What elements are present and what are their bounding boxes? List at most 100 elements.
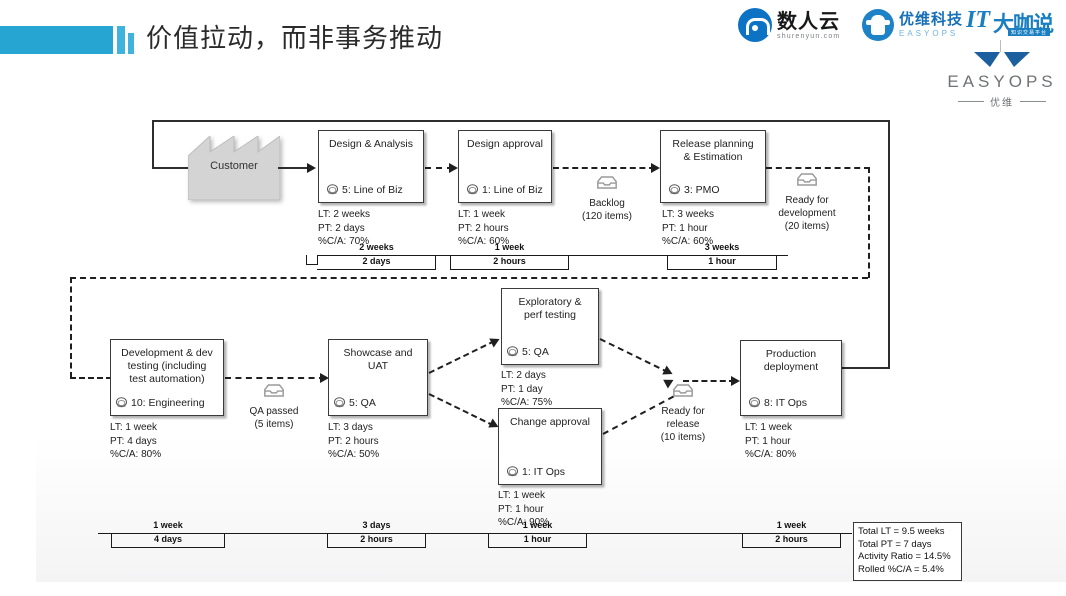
inventory-tray-icon: [597, 176, 617, 189]
pull-loop-right-vertical: [868, 167, 870, 278]
inventory-tray-icon: [264, 384, 284, 397]
process-development[interactable]: Development & dev testing (including tes…: [110, 339, 224, 416]
operator-spiral-icon: [506, 466, 519, 477]
inventory-qa-passed: QA passed (5 items): [219, 383, 329, 431]
process-role-label: 5: QA: [522, 345, 549, 358]
ladder-base-4: [667, 269, 777, 271]
process-role-label: 1: IT Ops: [522, 465, 565, 478]
arrow-design-to-approval: [449, 163, 458, 173]
process-role-label: 10: Engineering: [131, 396, 205, 409]
pull-loop-left-vertical: [70, 277, 72, 378]
process-title: Design & Analysis: [328, 138, 414, 150]
ladder-stub-right: [840, 533, 852, 535]
ladder-riser-8: [840, 533, 842, 548]
pull-loop-top-right: [766, 167, 870, 169]
process-title-line-1: Showcase and: [343, 347, 413, 359]
inventory-count: (120 items): [581, 211, 632, 222]
ladder-riser-2: [224, 533, 226, 548]
value-stream-map: Customer Design & Analysis 5: Line of Bi…: [0, 0, 1066, 596]
process-design-approval[interactable]: Design approval 1: Line of Biz: [458, 130, 552, 203]
ladder-gap-top-3: [586, 533, 743, 535]
inventory-ready-for-development: Ready for development (20 items): [752, 172, 862, 233]
arrow-customer-to-design: [307, 163, 316, 173]
ladder-base-2: [327, 547, 426, 549]
summary-total-lt: Total LT = 9.5 weeks: [858, 526, 945, 537]
inventory-count: (5 items): [254, 419, 294, 430]
inventory-name-line-1: Ready for: [661, 406, 705, 417]
metric-pt: PT: 2 days: [318, 222, 365, 234]
process-title-line-2: deployment: [763, 361, 819, 373]
frame-top-horizontal: [152, 120, 890, 122]
process-role: 5: QA: [333, 396, 376, 409]
rung-pt-label: 2 days: [362, 256, 391, 266]
operator-spiral-icon: [115, 397, 128, 408]
process-exploratory-testing[interactable]: Exploratory & perf testing 5: QA: [501, 288, 599, 365]
rung-pt-label: 2 hours: [775, 534, 808, 544]
process-title: Exploratory & perf testing: [502, 296, 598, 322]
process-role-label: 3: PMO: [684, 183, 720, 196]
process-release-planning[interactable]: Release planning & Estimation 3: PMO: [660, 130, 766, 203]
process-title-line-2: perf testing: [524, 309, 576, 321]
inventory-name-line-1: Ready for: [785, 195, 829, 206]
summary-box: Total LT = 9.5 weeks Total PT = 7 days A…: [853, 522, 962, 582]
frame-bottom-to-production: [842, 367, 890, 369]
ladder-base-3: [450, 269, 569, 271]
process-role: 1: IT Ops: [506, 465, 565, 478]
rung-lt-label: 1 week: [153, 520, 183, 530]
operator-spiral-icon: [668, 184, 681, 195]
process-title: Production deployment: [741, 348, 841, 374]
process-role-label: 5: QA: [349, 396, 376, 409]
arrow-release-queue-to-production: [731, 376, 740, 386]
rung-pt-label: 2 hours: [493, 256, 526, 266]
metric-lt: LT: 3 days: [328, 422, 373, 433]
ladder-gap-top-1: [435, 255, 451, 257]
metric-ca: %C/A: 80%: [110, 449, 162, 460]
operator-spiral-icon: [326, 184, 339, 195]
process-role: 3: PMO: [668, 183, 720, 196]
process-title: Change approval: [510, 416, 590, 428]
frame-right-vertical: [888, 120, 890, 368]
process-title: Design approval: [467, 138, 543, 150]
customer-node: Customer: [187, 134, 281, 201]
ladder-gap-top-2: [425, 533, 489, 535]
process-role-label: 8: IT Ops: [764, 396, 807, 409]
ladder-stub-left: [98, 533, 112, 535]
rung-pt-label: 1 hour: [523, 534, 552, 544]
metrics-development: LT: 1 week PT: 4 days %C/A: 80%: [110, 421, 161, 462]
rung-lt-label: 1 week: [776, 520, 807, 530]
process-showcase-uat[interactable]: Showcase and UAT 5: QA: [328, 339, 428, 416]
process-change-approval[interactable]: Change approval 1: IT Ops: [498, 408, 602, 485]
metric-pt: PT: 1 hour: [498, 503, 544, 515]
metric-pt: PT: 1 hour: [662, 222, 708, 234]
metric-lt: LT: 2 weeks: [318, 209, 371, 220]
slide: 价值拉动，而非事务推动 数人云 shurenyun.com 优维科技 EASYO…: [0, 0, 1066, 596]
connector-customer-to-design: [278, 167, 310, 169]
metric-ca: %C/A: 50%: [328, 449, 380, 460]
ladder-riser-6: [586, 533, 588, 548]
connector-exploratory-to-release-queue: [599, 338, 669, 374]
process-title-line-2: & Estimation: [683, 151, 743, 163]
ladder-base-4: [742, 547, 841, 549]
process-title: Release planning & Estimation: [661, 138, 765, 164]
rung-pt-label: 4 days: [153, 534, 183, 544]
process-title-line-1: Development & dev: [121, 347, 213, 359]
connector-showcase-to-change-approval: [428, 393, 495, 427]
process-design-analysis[interactable]: Design & Analysis 5: Line of Biz: [318, 130, 424, 203]
process-production-deployment[interactable]: Production deployment 8: IT Ops: [740, 340, 842, 416]
ladder-gap-top-1: [224, 533, 328, 535]
operator-spiral-icon: [333, 397, 346, 408]
metric-pt: PT: 4 days: [110, 435, 157, 447]
ladder-base-2: [317, 269, 436, 271]
inventory-tray-icon: [673, 384, 693, 397]
process-role: 5: Line of Biz: [326, 183, 403, 196]
connector-approval-to-release: [553, 167, 655, 169]
rung-pt-label: 2 hours: [360, 534, 393, 544]
connector-release-queue-to-production: [683, 380, 735, 382]
inventory-name-line-2: development: [778, 208, 836, 219]
summary-rolled-ca: Rolled %C/A = 5.4%: [858, 563, 944, 575]
metrics-production-deployment: LT: 1 week PT: 1 hour %C/A: 80%: [745, 421, 796, 462]
operator-spiral-icon: [506, 346, 519, 357]
inventory-count: (20 items): [784, 221, 830, 232]
connector-development-to-showcase: [225, 377, 325, 379]
metric-pt: PT: 1 day: [501, 383, 543, 395]
